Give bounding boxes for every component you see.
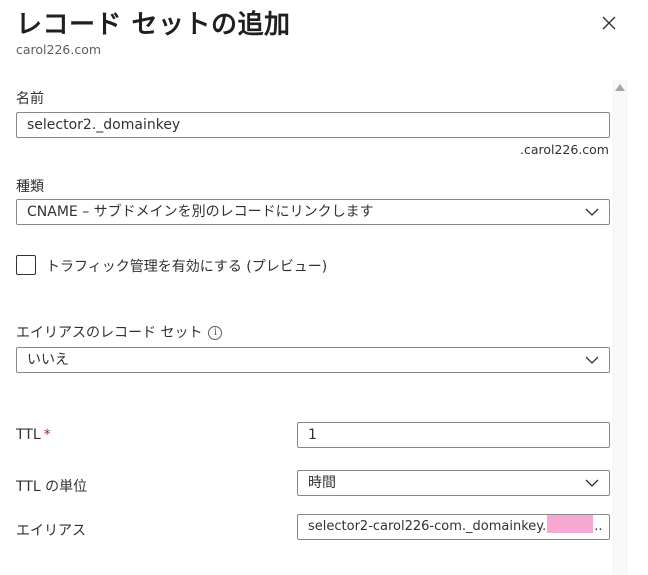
required-marker: * bbox=[43, 427, 51, 443]
chevron-down-icon bbox=[585, 479, 599, 487]
alias-record-set-label: エイリアスのレコード セット bbox=[16, 325, 203, 341]
ttl-unit-dropdown[interactable]: 時間 bbox=[297, 470, 610, 496]
chevron-down-icon bbox=[585, 208, 599, 216]
traffic-manager-label[interactable]: トラフィック管理を有効にする (プレビュー) bbox=[46, 256, 327, 276]
ttl-input-value: 1 bbox=[308, 427, 317, 443]
redaction-mark bbox=[547, 515, 594, 533]
panel-subtitle: carol226.com bbox=[16, 42, 102, 57]
alias-value-prefix: selector2-carol226-com._domainkey. bbox=[308, 519, 547, 534]
name-input[interactable]: selector2._domainkey bbox=[16, 112, 610, 138]
close-icon[interactable] bbox=[598, 12, 620, 34]
ttl-label-row: TTL * bbox=[16, 427, 51, 443]
info-icon[interactable]: i bbox=[208, 326, 223, 340]
scroll-up-arrow-icon[interactable] bbox=[615, 84, 625, 91]
alias-record-set-label-row: エイリアスのレコード セット i bbox=[16, 322, 223, 342]
alias-record-set-value: いいえ bbox=[27, 352, 69, 368]
ttl-unit-label: TTL の単位 bbox=[16, 479, 88, 495]
name-input-value: selector2._domainkey bbox=[27, 117, 181, 133]
chevron-down-icon bbox=[585, 356, 599, 364]
type-dropdown[interactable]: CNAME – サブドメインを別のレコードにリンクします bbox=[16, 199, 610, 225]
alias-record-set-dropdown[interactable]: いいえ bbox=[16, 347, 610, 373]
alias-label: エイリアス bbox=[16, 523, 86, 539]
alias-value-suffix: .. bbox=[594, 519, 603, 534]
panel-title: レコード セットの追加 bbox=[16, 10, 291, 40]
type-dropdown-value: CNAME – サブドメインを別のレコードにリンクします bbox=[27, 204, 374, 220]
scrollbar[interactable] bbox=[612, 80, 628, 575]
zone-suffix: .carol226.com bbox=[519, 142, 609, 157]
traffic-manager-checkbox[interactable] bbox=[16, 255, 36, 275]
alias-input[interactable]: selector2-carol226-com._domainkey... bbox=[297, 514, 610, 540]
type-label: 種類 bbox=[16, 179, 44, 195]
ttl-input[interactable]: 1 bbox=[297, 422, 610, 448]
ttl-unit-value: 時間 bbox=[308, 475, 336, 491]
ttl-label: TTL bbox=[16, 427, 41, 443]
name-label: 名前 bbox=[16, 91, 44, 107]
